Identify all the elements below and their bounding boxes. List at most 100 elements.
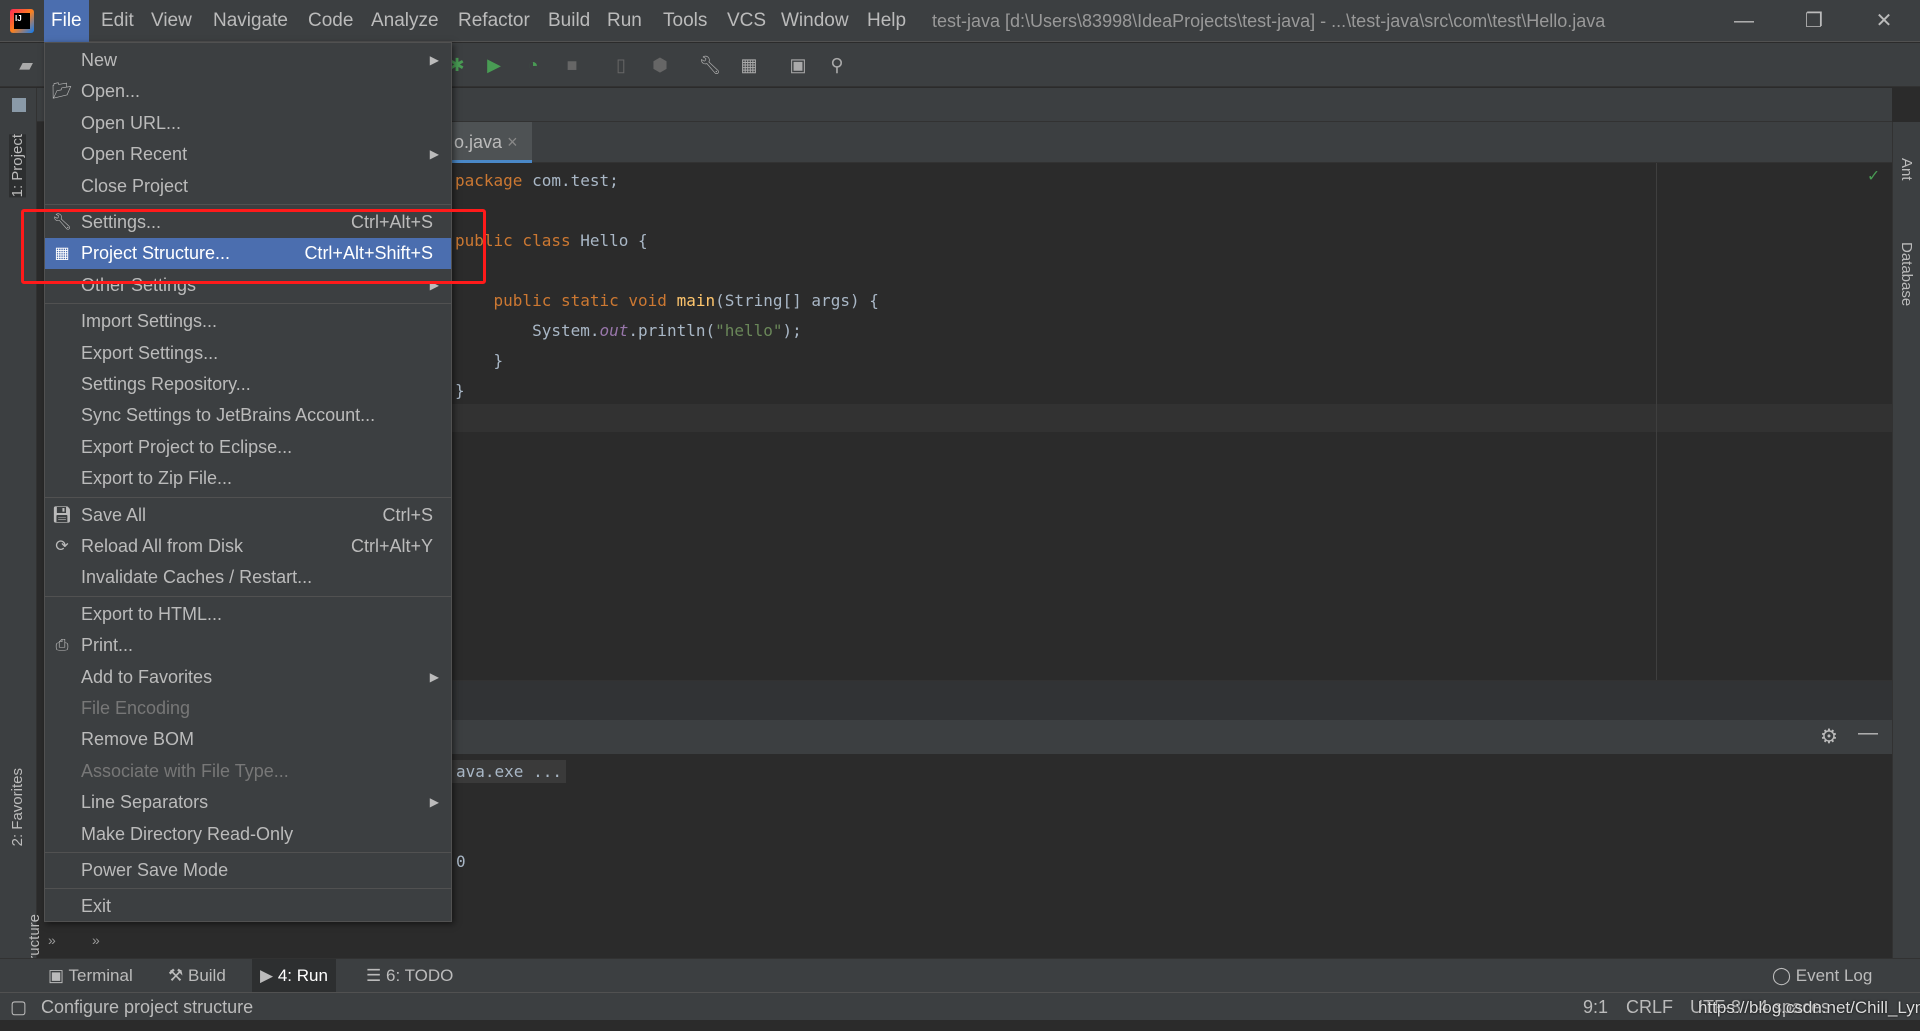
menu-separator (45, 595, 451, 597)
menu-item-power-save-mode[interactable]: Power Save Mode (45, 855, 451, 886)
tab-build[interactable]: ⚒ Build (168, 959, 226, 993)
menu-item-label: Import Settings... (81, 311, 218, 332)
terminal-icon: ▣ (48, 966, 65, 985)
gear-icon[interactable]: ⚙ (1820, 724, 1838, 749)
print-icon: ⎙ (55, 637, 69, 655)
panel-toggle-icon[interactable]: ▢ (10, 993, 27, 1021)
menu-refactor[interactable]: Refactor (451, 0, 537, 42)
highlight-annotation-box (21, 209, 486, 284)
menu-item-exit[interactable]: Exit (45, 891, 451, 922)
restore-button[interactable]: ❐ (1784, 0, 1844, 42)
status-message: Configure project structure (41, 997, 254, 1017)
menu-separator (45, 852, 451, 853)
code-token: System. (455, 321, 600, 340)
menu-item-export-settings[interactable]: Export Settings... (45, 338, 451, 369)
sdk-icon[interactable]: ⬢ (648, 53, 672, 77)
submenu-arrow-icon: ▶ (429, 669, 439, 684)
menu-item-label: Open Recent (81, 144, 188, 165)
code-line: public static void main(String[] args) { (455, 291, 879, 310)
menu-edit[interactable]: Edit (94, 0, 141, 42)
menu-item-line-separators[interactable]: Line Separators ▶ (45, 787, 451, 818)
menu-item-reload-all-from-disk[interactable]: ⟳ Reload All from Disk Ctrl+Alt+Y (45, 531, 451, 562)
event-log-button[interactable]: ◯ Event Log (1772, 959, 1872, 993)
menu-item-export-to-zip-file[interactable]: Export to Zip File... (45, 463, 451, 494)
expand-icon[interactable]: » (48, 932, 56, 948)
code-token: .println( (628, 321, 716, 340)
menu-item-close-project[interactable]: Close Project (45, 171, 451, 202)
menu-analyze[interactable]: Analyze (364, 0, 446, 42)
expand-icon[interactable]: » (92, 932, 100, 948)
menu-item-make-directory-read-only[interactable]: Make Directory Read-Only (45, 819, 451, 850)
menu-item-print[interactable]: ⎙ Print... (45, 630, 451, 661)
save-icon: 💾︎ (51, 506, 73, 524)
menu-item-export-project-to-eclipse[interactable]: Export Project to Eclipse... (45, 432, 451, 463)
window-title: test-java [d:\Users\83998\IdeaProjects\t… (932, 11, 1606, 31)
menu-file[interactable]: File (44, 0, 89, 42)
tool-window-favorites[interactable]: 2: Favorites (9, 768, 26, 846)
code-editor[interactable]: ✓ package com.test; public class Hello { … (452, 163, 1892, 680)
line-separator[interactable]: CRLF (1626, 993, 1673, 1021)
menu-item-label: File Encoding (81, 698, 191, 718)
run-coverage-icon[interactable]: ▶ (482, 53, 506, 77)
close-tab-icon[interactable]: × (507, 132, 518, 152)
menu-run[interactable]: Run (600, 0, 649, 42)
open-folder-icon[interactable]: ▰ (14, 53, 38, 77)
current-line-highlight (452, 404, 1892, 432)
bottom-tool-tabs: ▣ Terminal ⚒ Build ▶ 4: Run ☰ 6: TODO ◯ … (0, 958, 1920, 993)
menu-item-open[interactable]: 📂︎ Open... (45, 76, 451, 107)
menu-item-open-recent[interactable]: Open Recent ▶ (45, 139, 451, 170)
close-window-button[interactable]: ✕ (1854, 0, 1914, 42)
menu-item-remove-bom[interactable]: Remove BOM (45, 724, 451, 755)
menu-item-save-all[interactable]: 💾︎ Save All Ctrl+S (45, 500, 451, 531)
menu-view[interactable]: View (144, 0, 199, 42)
stop-icon[interactable]: ■ (560, 53, 584, 77)
code-token: } (455, 351, 504, 370)
menu-item-label: Associate with File Type... (81, 760, 289, 781)
menu-item-settings-repository[interactable]: Settings Repository... (45, 369, 451, 400)
menu-navigate[interactable]: Navigate (206, 0, 295, 42)
menu-item-label: Line Separators (81, 792, 209, 813)
device-icon[interactable]: ▯ (609, 53, 633, 77)
speech-bubble-icon: ◯ (1772, 966, 1792, 985)
right-margin-guide (1656, 163, 1657, 680)
tab-hello-java[interactable]: o.java × (452, 122, 532, 163)
tab-todo[interactable]: ☰ 6: TODO (366, 959, 453, 993)
terminal-run-icon[interactable]: ▣ (786, 53, 810, 77)
menu-item-invalidate-caches-restart[interactable]: Invalidate Caches / Restart... (45, 562, 451, 593)
menu-item-new[interactable]: New ▶ (45, 45, 451, 76)
menu-item-label: Export Project to Eclipse... (81, 436, 293, 457)
menu-code[interactable]: Code (301, 0, 360, 42)
menu-vcs[interactable]: VCS (720, 0, 773, 42)
menu-item-export-to-html[interactable]: Export to HTML... (45, 599, 451, 630)
menu-build[interactable]: Build (541, 0, 597, 42)
search-icon[interactable]: ⚲ (825, 53, 849, 77)
menu-item-label: Add to Favorites (81, 666, 213, 687)
menu-item-open-url[interactable]: Open URL... (45, 108, 451, 139)
menu-window[interactable]: Window (774, 0, 856, 42)
menu-item-sync-settings-to-jetbrains-account[interactable]: Sync Settings to JetBrains Account... (45, 400, 451, 431)
menu-tools[interactable]: Tools (656, 0, 714, 42)
tool-window-database[interactable]: Database (1898, 242, 1915, 306)
menu-help[interactable]: Help (860, 0, 913, 42)
menu-separator (45, 303, 451, 305)
tab-terminal[interactable]: ▣ Terminal (48, 959, 133, 993)
menu-separator (45, 888, 451, 890)
tab-run[interactable]: ▶ 4: Run (252, 959, 336, 993)
shortcut-label: Ctrl+Alt+Y (350, 536, 433, 556)
tool-window-project[interactable]: 1: Project (9, 134, 26, 198)
tool-window-ant[interactable]: Ant (1898, 158, 1915, 181)
minimize-panel-icon[interactable]: — (1858, 722, 1878, 745)
menu-item-label: Export Settings... (81, 342, 219, 363)
caret-position[interactable]: 9:1 (1583, 993, 1608, 1021)
run-console[interactable]: ava.exe ... 0 (452, 754, 1892, 959)
menu-item-label: Export to Zip File... (81, 468, 233, 489)
editor-breadcrumb-area (452, 680, 1892, 720)
project-structure-icon[interactable]: ▦ (737, 53, 761, 77)
menu-item-add-to-favorites[interactable]: Add to Favorites ▶ (45, 662, 451, 693)
menu-item-label: Reload All from Disk (81, 536, 244, 556)
profile-icon[interactable]: ◔ (521, 53, 545, 77)
menu-item-label: Invalidate Caches / Restart... (81, 567, 313, 588)
menu-item-import-settings[interactable]: Import Settings... (45, 306, 451, 337)
settings-wrench-icon[interactable]: 🔧︎ (698, 53, 722, 77)
minimize-button[interactable]: — (1714, 0, 1774, 42)
